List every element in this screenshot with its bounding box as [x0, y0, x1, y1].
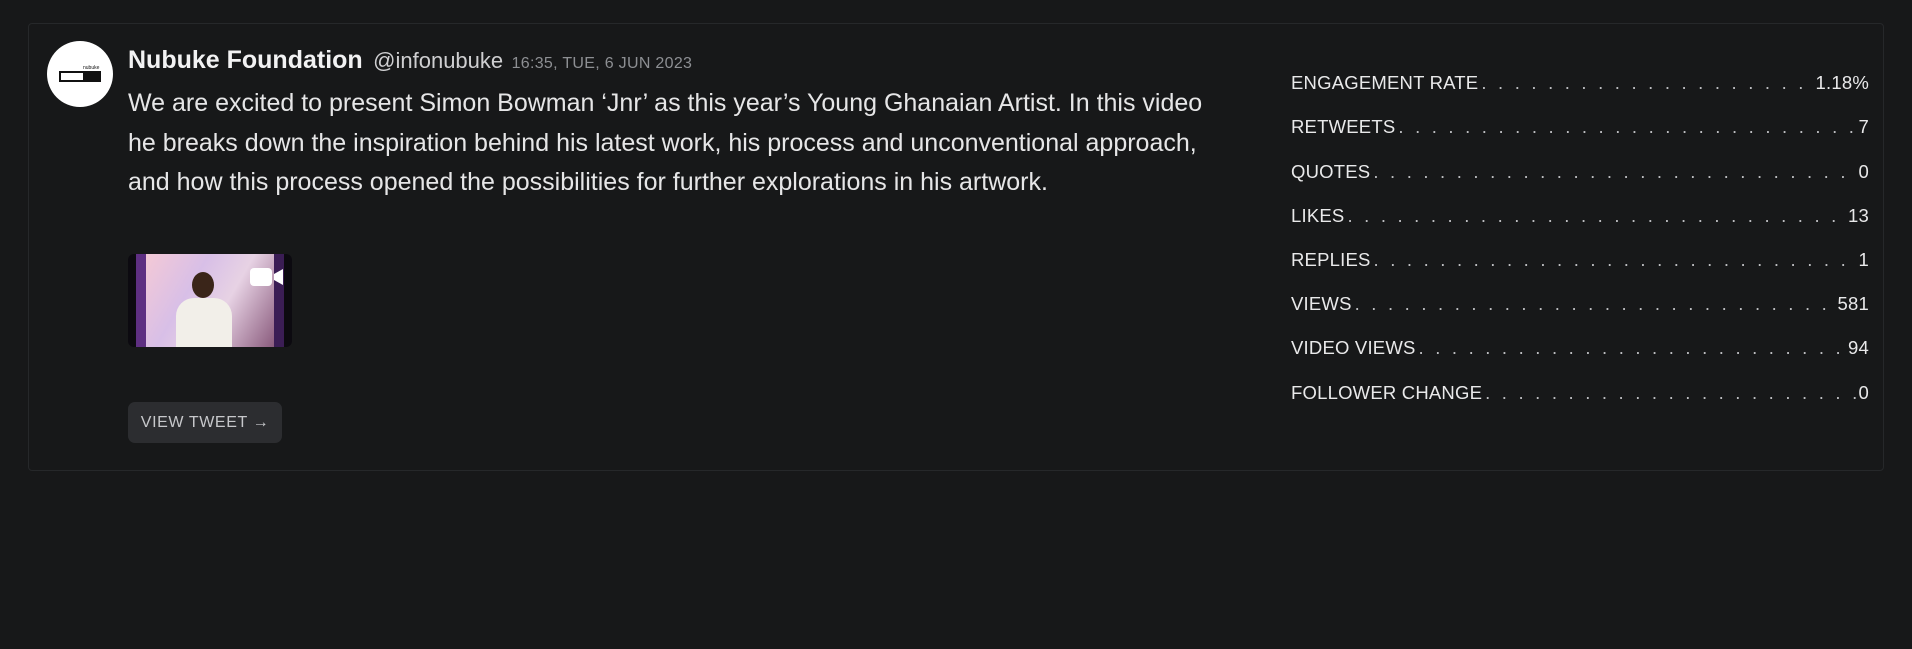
stat-retweets: RETWEETS 7 — [1291, 94, 1869, 138]
tweet-header: Nubuke Foundation @infonubuke 16:35, TUE… — [128, 46, 692, 75]
dot-leader — [1481, 72, 1813, 94]
stat-views: VIEWS 581 — [1291, 271, 1869, 315]
stat-label: VIDEO VIEWS — [1291, 337, 1416, 359]
stat-value: 1 — [1858, 248, 1869, 270]
dot-leader — [1355, 293, 1836, 315]
stat-replies: REPLIES 1 — [1291, 227, 1869, 271]
dot-leader — [1347, 205, 1846, 227]
stat-value: 581 — [1837, 293, 1869, 315]
thumbnail-person-body — [176, 298, 232, 347]
dot-leader — [1398, 116, 1856, 138]
stats-panel: ENGAGEMENT RATE 1.18% RETWEETS 7 QUOTES … — [1291, 50, 1869, 404]
tweet-card: nubuke Nubuke Foundation @infonubuke 16:… — [28, 23, 1884, 471]
stat-engagement-rate: ENGAGEMENT RATE 1.18% — [1291, 50, 1869, 94]
dot-leader — [1485, 382, 1856, 404]
stat-label: ENGAGEMENT RATE — [1291, 72, 1479, 94]
stat-value: 0 — [1858, 381, 1869, 403]
logo-fill-icon — [83, 71, 101, 82]
avatar[interactable]: nubuke — [47, 41, 113, 107]
stat-value: 7 — [1858, 116, 1869, 138]
thumbnail-person-head — [192, 272, 214, 298]
stat-label: QUOTES — [1291, 160, 1371, 182]
stat-value: 0 — [1858, 160, 1869, 182]
author-name[interactable]: Nubuke Foundation — [128, 46, 363, 74]
stat-value: 94 — [1848, 337, 1869, 359]
stat-follower-change: FOLLOWER CHANGE 0 — [1291, 359, 1869, 403]
stat-label: LIKES — [1291, 204, 1345, 226]
thumbnail-left-edge — [136, 254, 146, 347]
dot-leader — [1374, 249, 1857, 271]
stat-label: FOLLOWER CHANGE — [1291, 381, 1483, 403]
tweet-text: We are excited to present Simon Bowman ‘… — [128, 89, 1203, 196]
stat-value: 13 — [1848, 204, 1869, 226]
stat-label: RETWEETS — [1291, 116, 1396, 138]
view-tweet-button[interactable]: VIEW TWEET → — [128, 402, 282, 443]
video-thumbnail[interactable] — [128, 254, 292, 347]
tweet-timestamp: 16:35, TUE, 6 JUN 2023 — [511, 55, 693, 72]
stat-quotes: QUOTES 0 — [1291, 138, 1869, 182]
video-camera-icon — [250, 268, 283, 286]
dot-leader — [1419, 337, 1846, 359]
stat-video-views: VIDEO VIEWS 94 — [1291, 315, 1869, 359]
stat-likes: LIKES 13 — [1291, 183, 1869, 227]
stat-label: VIEWS — [1291, 293, 1352, 315]
stat-value: 1.18% — [1815, 72, 1869, 94]
stat-label: REPLIES — [1291, 248, 1371, 270]
author-handle[interactable]: @infonubuke — [373, 48, 503, 73]
dot-leader — [1373, 161, 1856, 183]
